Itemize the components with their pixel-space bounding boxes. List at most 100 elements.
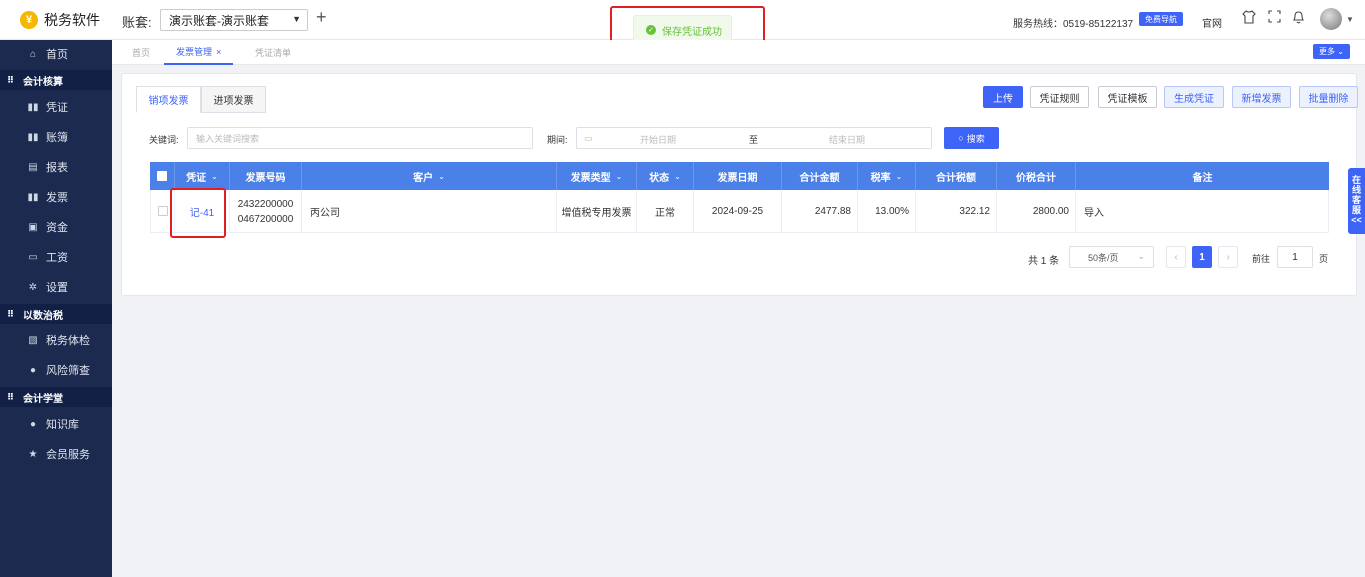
generate-voucher-button[interactable]: 生成凭证 [1164, 86, 1224, 108]
free-nav-button[interactable]: 免费导航 [1139, 12, 1183, 26]
page-number-current[interactable]: 1 [1192, 246, 1212, 268]
sidebar-group-accounting[interactable]: ⠿ 会计核算 [0, 70, 112, 90]
column-header-tax-amount: 合计税额 [916, 162, 997, 190]
sidebar-item-label: 发票 [46, 192, 68, 204]
column-header-remark: 备注 [1076, 162, 1329, 190]
avatar-caret-icon[interactable]: ▼ [1346, 15, 1354, 24]
start-date-input[interactable]: 开始日期 [640, 133, 676, 146]
search-button[interactable]: ○ 搜索 [944, 127, 999, 149]
column-label: 发票类型 [570, 172, 611, 184]
service-char: 线 [1351, 185, 1361, 195]
column-header-invoice-no: 发票号码 [230, 162, 302, 190]
more-button[interactable]: 更多 ⌄ [1313, 44, 1350, 59]
sidebar-item-ledger[interactable]: ▮▮ 账簿 [0, 123, 112, 151]
fullscreen-icon[interactable] [1268, 10, 1281, 26]
table-row[interactable]: 记-41 2432200000 0467200000 丙公司 增值税专用发票 正… [150, 190, 1329, 233]
sidebar-item-voucher[interactable]: ▮▮ 凭证 [0, 93, 112, 121]
chevron-down-icon[interactable]: ⌄ [674, 172, 681, 181]
sidebar-item-report[interactable]: ▤ 报表 [0, 153, 112, 181]
column-label: 状态 [649, 172, 670, 184]
column-header-status[interactable]: 状态 ⌄ [637, 162, 694, 190]
voucher-template-button[interactable]: 凭证模板 [1098, 86, 1157, 108]
column-label: 合计税额 [936, 172, 976, 184]
page-size-value: 50条/页 [1088, 252, 1119, 263]
sidebar-item-knowledge[interactable]: ● 知识库 [0, 410, 112, 438]
column-header-tax-rate[interactable]: 税率 ⌄ [858, 162, 916, 190]
next-page-button[interactable]: › [1218, 246, 1238, 268]
add-invoice-button[interactable]: 新增发票 [1232, 86, 1291, 108]
tab-invoice-management[interactable]: 发票管理 × [164, 40, 234, 65]
sidebar-group-label: 以数治税 [23, 310, 64, 322]
avatar[interactable] [1320, 8, 1342, 30]
date-range-picker[interactable]: ▭ 开始日期 至 结束日期 [576, 127, 932, 149]
online-service-tab[interactable]: 在 线 客 服 << [1348, 168, 1365, 234]
tab-label: 进项发票 [213, 96, 254, 107]
prev-page-button[interactable]: ‹ [1166, 246, 1186, 268]
sidebar-group-academy[interactable]: ⠿ 会计学堂 [0, 387, 112, 407]
tab-input-invoice[interactable]: 进项发票 [201, 86, 266, 113]
tab-output-invoice[interactable]: 销项发票 [136, 86, 201, 113]
chevron-down-icon[interactable]: ⌄ [896, 172, 903, 181]
batch-delete-button[interactable]: 批量删除 [1299, 86, 1358, 108]
account-select[interactable]: 演示账套-演示账套 ▼ [160, 9, 308, 31]
goto-label: 前往 [1252, 254, 1271, 264]
report-icon: ▤ [28, 161, 38, 173]
sidebar-item-fund[interactable]: ▣ 资金 [0, 213, 112, 241]
official-site-link[interactable]: 官网 [1202, 15, 1222, 30]
column-header-invoice-type[interactable]: 发票类型 ⌄ [557, 162, 637, 190]
tab-voucher-list[interactable]: 凭证清单 [255, 40, 291, 65]
sidebar-item-invoice[interactable]: ▮▮ 发票 [0, 183, 112, 211]
app-name: 税务软件 [44, 12, 100, 28]
logo-icon: ¥ [20, 11, 38, 29]
sidebar-item-label: 凭证 [46, 102, 68, 114]
voucher-icon: ▮▮ [27, 101, 39, 113]
keyword-input[interactable]: 输入关键词搜索 [187, 127, 533, 149]
sidebar-item-risk-screen[interactable]: ● 风险筛查 [0, 356, 112, 384]
chevron-down-icon[interactable]: ⌄ [211, 172, 218, 181]
close-icon[interactable]: × [216, 47, 221, 57]
invoice-type-cell: 增值税专用发票 [557, 190, 637, 233]
shirt-icon[interactable] [1242, 10, 1256, 27]
sidebar-item-salary[interactable]: ▭ 工资 [0, 243, 112, 271]
period-label: 期间: [547, 135, 568, 145]
tax-rate-cell: 13.00% [858, 190, 916, 233]
tab-home[interactable]: 首页 [132, 40, 150, 65]
voucher-rule-button[interactable]: 凭证规则 [1030, 86, 1089, 108]
upload-button[interactable]: 上传 [983, 86, 1023, 108]
select-all-checkbox[interactable] [157, 171, 167, 181]
tab-label: 首页 [132, 48, 151, 58]
tab-label: 销项发票 [148, 96, 189, 107]
row-checkbox[interactable] [158, 206, 168, 216]
app-logo[interactable]: ¥ 税务软件 [20, 10, 100, 30]
sidebar-item-settings[interactable]: ✲ 设置 [0, 273, 112, 301]
column-label: 合计金额 [799, 172, 840, 184]
add-account-icon[interactable]: + [316, 7, 327, 28]
column-label: 客户 [413, 172, 434, 184]
chevron-down-icon[interactable]: ⌄ [616, 172, 623, 181]
chevron-down-icon[interactable]: ⌄ [438, 172, 445, 181]
invoice-no-line-2: 0467200000 [237, 213, 294, 225]
sidebar-item-label: 工资 [46, 252, 68, 264]
sidebar-group-tax[interactable]: ⠿ 以数治税 [0, 304, 112, 324]
invoice-no-line-1: 2432200000 [237, 198, 294, 210]
service-char: 客 [1351, 195, 1361, 205]
calendar-icon: ▭ [584, 133, 593, 143]
remark-cell: 导入 [1084, 208, 1104, 219]
sidebar-item-membership[interactable]: ★ 会员服务 [0, 440, 112, 468]
column-header-customer[interactable]: 客户 ⌄ [302, 162, 557, 190]
tab-label: 发票管理 [176, 47, 213, 57]
end-date-input[interactable]: 结束日期 [829, 133, 865, 146]
keyword-label: 关键词: [149, 135, 179, 145]
bell-icon[interactable] [1292, 10, 1305, 27]
salary-icon: ▭ [28, 251, 38, 263]
sidebar-item-label: 报表 [46, 162, 68, 174]
service-hotline: 服务热线：0519-85122137 [1013, 19, 1134, 30]
home-icon: ⌂ [29, 48, 37, 60]
goto-page-input[interactable]: 1 [1277, 246, 1313, 268]
invoice-icon: ▮▮ [27, 191, 39, 203]
sidebar-item-home[interactable]: ⌂ 首页 [0, 40, 112, 68]
column-header-total: 价税合计 [997, 162, 1076, 190]
sidebar-item-tax-checkup[interactable]: ▧ 税务体检 [0, 326, 112, 354]
page-size-select[interactable]: 50条/页 ⌄ [1069, 246, 1154, 268]
column-header-voucher[interactable]: 凭证 ⌄ [175, 162, 230, 190]
